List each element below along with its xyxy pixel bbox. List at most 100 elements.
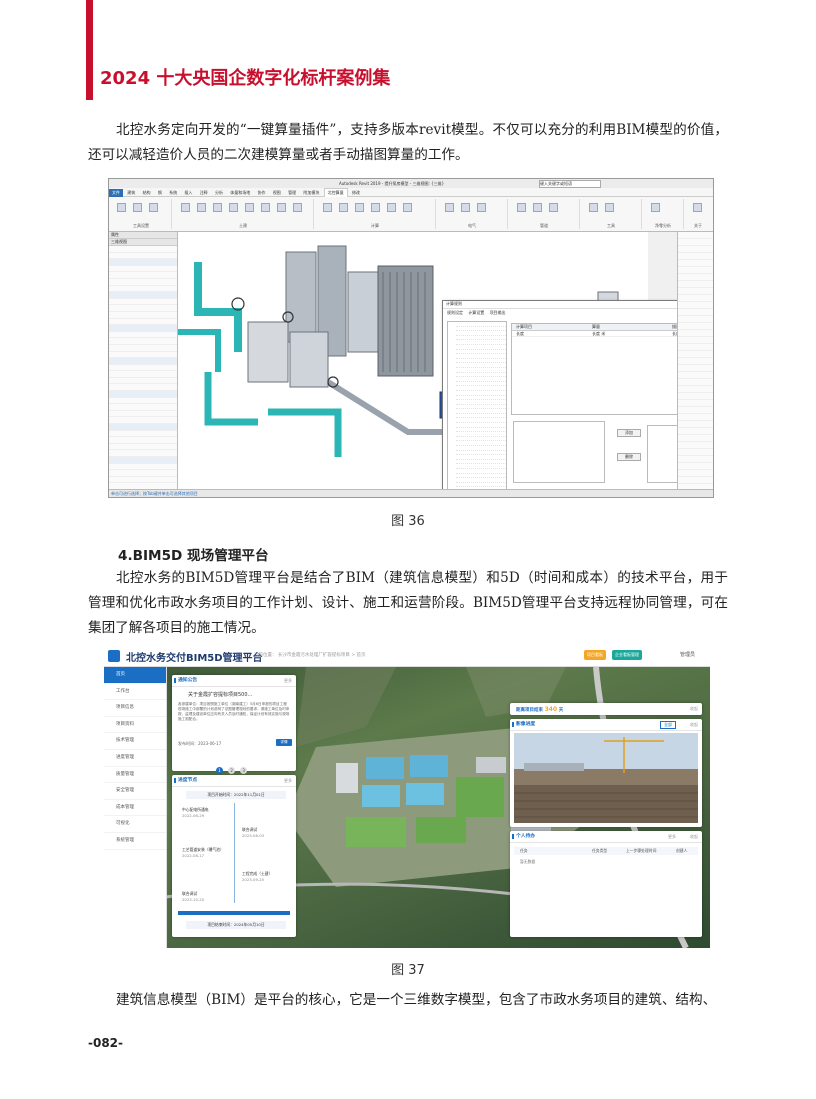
browser-row[interactable]	[678, 372, 713, 379]
tool-icon[interactable]	[589, 203, 598, 212]
tool-icon[interactable]	[229, 203, 238, 212]
property-row[interactable]	[109, 259, 177, 266]
construction-photo[interactable]	[514, 733, 698, 823]
revit-tab[interactable]: 插入	[181, 189, 195, 197]
property-row[interactable]	[109, 424, 177, 431]
property-row[interactable]	[109, 437, 177, 444]
property-row[interactable]	[109, 464, 177, 471]
tool-icon[interactable]	[277, 203, 286, 212]
browser-row[interactable]	[678, 295, 713, 302]
property-row[interactable]	[109, 266, 177, 273]
tool-icon[interactable]	[693, 203, 702, 212]
property-row[interactable]	[109, 378, 177, 385]
countdown-collapse[interactable]: 收起	[690, 706, 698, 712]
property-row[interactable]	[109, 371, 177, 378]
browser-row[interactable]	[678, 337, 713, 344]
browser-row[interactable]	[678, 330, 713, 337]
tool-icon[interactable]	[117, 203, 126, 212]
breadcrumb[interactable]: 当前位置： 长沙市金霞污水处理厂扩容提标项目 > 首页	[254, 652, 366, 658]
dialog-tab[interactable]: 项目输出	[490, 310, 506, 315]
revit-tab[interactable]: 系统	[166, 189, 180, 197]
dialog-category-tree[interactable]	[447, 321, 507, 497]
property-row[interactable]	[109, 305, 177, 312]
property-row[interactable]	[109, 411, 177, 418]
property-row[interactable]	[109, 286, 177, 293]
revit-tab[interactable]: 修改	[349, 189, 363, 197]
sidebar-item-project-docs[interactable]: 项目资料	[104, 717, 166, 734]
browser-row[interactable]	[678, 239, 713, 246]
browser-row[interactable]	[678, 470, 713, 477]
browser-row[interactable]	[678, 393, 713, 400]
sidebar-item-visual[interactable]: 可视化	[104, 816, 166, 833]
property-row[interactable]	[109, 417, 177, 425]
todo-collapse[interactable]: 收起	[690, 831, 698, 842]
browser-row[interactable]	[678, 344, 713, 351]
page-dot[interactable]: 1	[216, 767, 223, 774]
property-row[interactable]	[109, 431, 177, 438]
project-board-button[interactable]: 项目看板	[584, 650, 606, 660]
remove-button[interactable]: 删除	[617, 453, 641, 461]
tool-icon[interactable]	[197, 203, 206, 212]
revit-tab-file[interactable]: 文件	[109, 189, 123, 197]
tool-icon[interactable]	[387, 203, 396, 212]
revit-tab[interactable]: 结构	[140, 189, 154, 197]
property-row[interactable]	[109, 384, 177, 392]
sidebar-item-cost[interactable]: 成本管理	[104, 800, 166, 817]
browser-row[interactable]	[678, 267, 713, 274]
revit-tab[interactable]: 体量和场地	[227, 189, 253, 197]
add-button[interactable]: 添加	[617, 429, 641, 437]
browser-row[interactable]	[678, 407, 713, 414]
revit-tab[interactable]: 管理	[285, 189, 299, 197]
view-type-name[interactable]: 三维视图	[109, 239, 177, 246]
browser-row[interactable]	[678, 253, 713, 260]
property-row[interactable]	[109, 338, 177, 345]
property-row[interactable]	[109, 279, 177, 286]
property-row[interactable]	[109, 332, 177, 339]
aerial-site-view[interactable]: 通知公告 更多 关于金霞扩容提标项目500... 各参建单位：项目按照施工单位（…	[165, 666, 710, 948]
property-row[interactable]	[109, 444, 177, 451]
browser-row[interactable]	[678, 400, 713, 407]
tool-icon[interactable]	[445, 203, 454, 212]
property-row[interactable]	[109, 398, 177, 405]
available-items-list[interactable]	[513, 421, 605, 483]
browser-row[interactable]	[678, 260, 713, 267]
revit-tab[interactable]: 钢	[155, 189, 165, 197]
milestones-more-link[interactable]: 更多	[284, 775, 292, 786]
browser-row[interactable]	[678, 274, 713, 281]
revit-tab[interactable]: 分析	[212, 189, 226, 197]
revit-tab[interactable]: 注释	[197, 189, 211, 197]
browser-row[interactable]	[678, 428, 713, 435]
tool-icon[interactable]	[339, 203, 348, 212]
revit-tab[interactable]: 协作	[255, 189, 269, 197]
browser-row[interactable]	[678, 288, 713, 295]
property-row[interactable]	[109, 319, 177, 326]
sidebar-item-safety[interactable]: 安全管理	[104, 783, 166, 800]
timeline-scroll-bar[interactable]	[178, 911, 290, 915]
revit-3d-view[interactable]: 计算规则 规则设定 计算设置 项目输出 计算项目 算量 描述 长度 长度 米 长…	[178, 232, 713, 497]
tool-icon[interactable]	[293, 203, 302, 212]
property-row[interactable]	[109, 272, 177, 279]
tool-icon[interactable]	[651, 203, 660, 212]
notice-detail-button[interactable]: 详情	[276, 739, 292, 746]
browser-row[interactable]	[678, 309, 713, 316]
revit-search-input[interactable]: 键入关键字或短语	[539, 180, 601, 188]
image-filter-select[interactable]: 全部	[660, 721, 676, 729]
tool-icon[interactable]	[213, 203, 222, 212]
property-row[interactable]	[109, 358, 177, 365]
browser-row[interactable]	[678, 449, 713, 456]
enterprise-board-button[interactable]: 企业看板管理	[612, 650, 642, 660]
tool-icon[interactable]	[549, 203, 558, 212]
browser-row[interactable]	[678, 421, 713, 428]
notice-more-link[interactable]: 更多	[284, 675, 292, 686]
browser-row[interactable]	[678, 281, 713, 288]
sidebar-item-progress[interactable]: 进度管理	[104, 750, 166, 767]
property-row[interactable]	[109, 365, 177, 372]
browser-row[interactable]	[678, 477, 713, 484]
dialog-tab[interactable]: 计算设置	[468, 310, 484, 315]
property-row[interactable]	[109, 470, 177, 477]
tool-icon[interactable]	[181, 203, 190, 212]
sidebar-item-project-info[interactable]: 项目信息	[104, 700, 166, 717]
revit-tab[interactable]: 视图	[270, 189, 284, 197]
browser-row[interactable]	[678, 323, 713, 330]
property-row[interactable]	[109, 253, 177, 260]
